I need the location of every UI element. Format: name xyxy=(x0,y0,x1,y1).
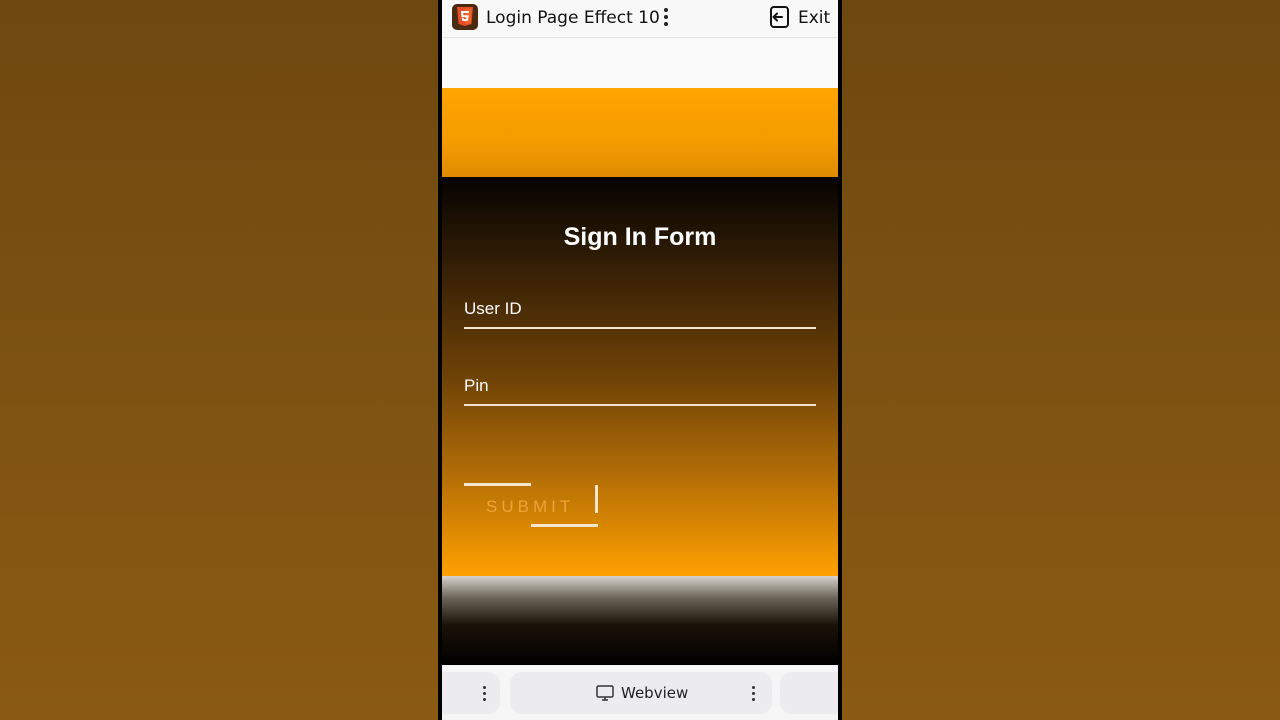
exit-label: Exit xyxy=(798,8,831,28)
html5-icon xyxy=(452,4,478,30)
orange-header-band xyxy=(442,88,838,177)
pin-field[interactable]: Pin xyxy=(464,366,816,406)
phone-frame: Login Page Effect 10 Exit Sign In Form U… xyxy=(438,0,842,720)
app-title: Login Page Effect 10 xyxy=(486,8,660,28)
app-top-bar: Login Page Effect 10 Exit xyxy=(442,0,838,38)
phone-screen: Login Page Effect 10 Exit Sign In Form U… xyxy=(442,0,838,720)
monitor-icon xyxy=(596,685,614,701)
submit-border-top xyxy=(464,483,531,486)
user-id-input[interactable] xyxy=(464,289,816,327)
dark-footer-band xyxy=(442,576,838,665)
submit-border-right xyxy=(595,485,598,513)
prev-tab-more-icon[interactable] xyxy=(480,684,490,702)
webview-label: Webview xyxy=(621,684,689,702)
exit-button[interactable]: Exit xyxy=(768,5,834,31)
sign-in-form: Sign In Form User ID Pin SUBMIT xyxy=(442,177,838,576)
form-title: Sign In Form xyxy=(563,223,717,251)
page-top-spacer xyxy=(442,39,838,88)
submit-label: SUBMIT xyxy=(486,497,575,516)
submit-button[interactable]: SUBMIT xyxy=(464,483,602,529)
bottom-tab-bar: Webview xyxy=(442,665,838,720)
webview-tab-chip[interactable]: Webview xyxy=(510,672,772,714)
user-id-field[interactable]: User ID xyxy=(464,289,816,329)
exit-icon xyxy=(770,6,789,28)
prev-tab-chip[interactable] xyxy=(442,672,500,714)
webview-more-icon[interactable] xyxy=(749,684,759,702)
submit-border-bottom xyxy=(531,524,598,527)
next-tab-chip[interactable] xyxy=(780,672,838,714)
pin-input[interactable] xyxy=(464,366,816,404)
more-options-icon[interactable] xyxy=(659,6,673,28)
